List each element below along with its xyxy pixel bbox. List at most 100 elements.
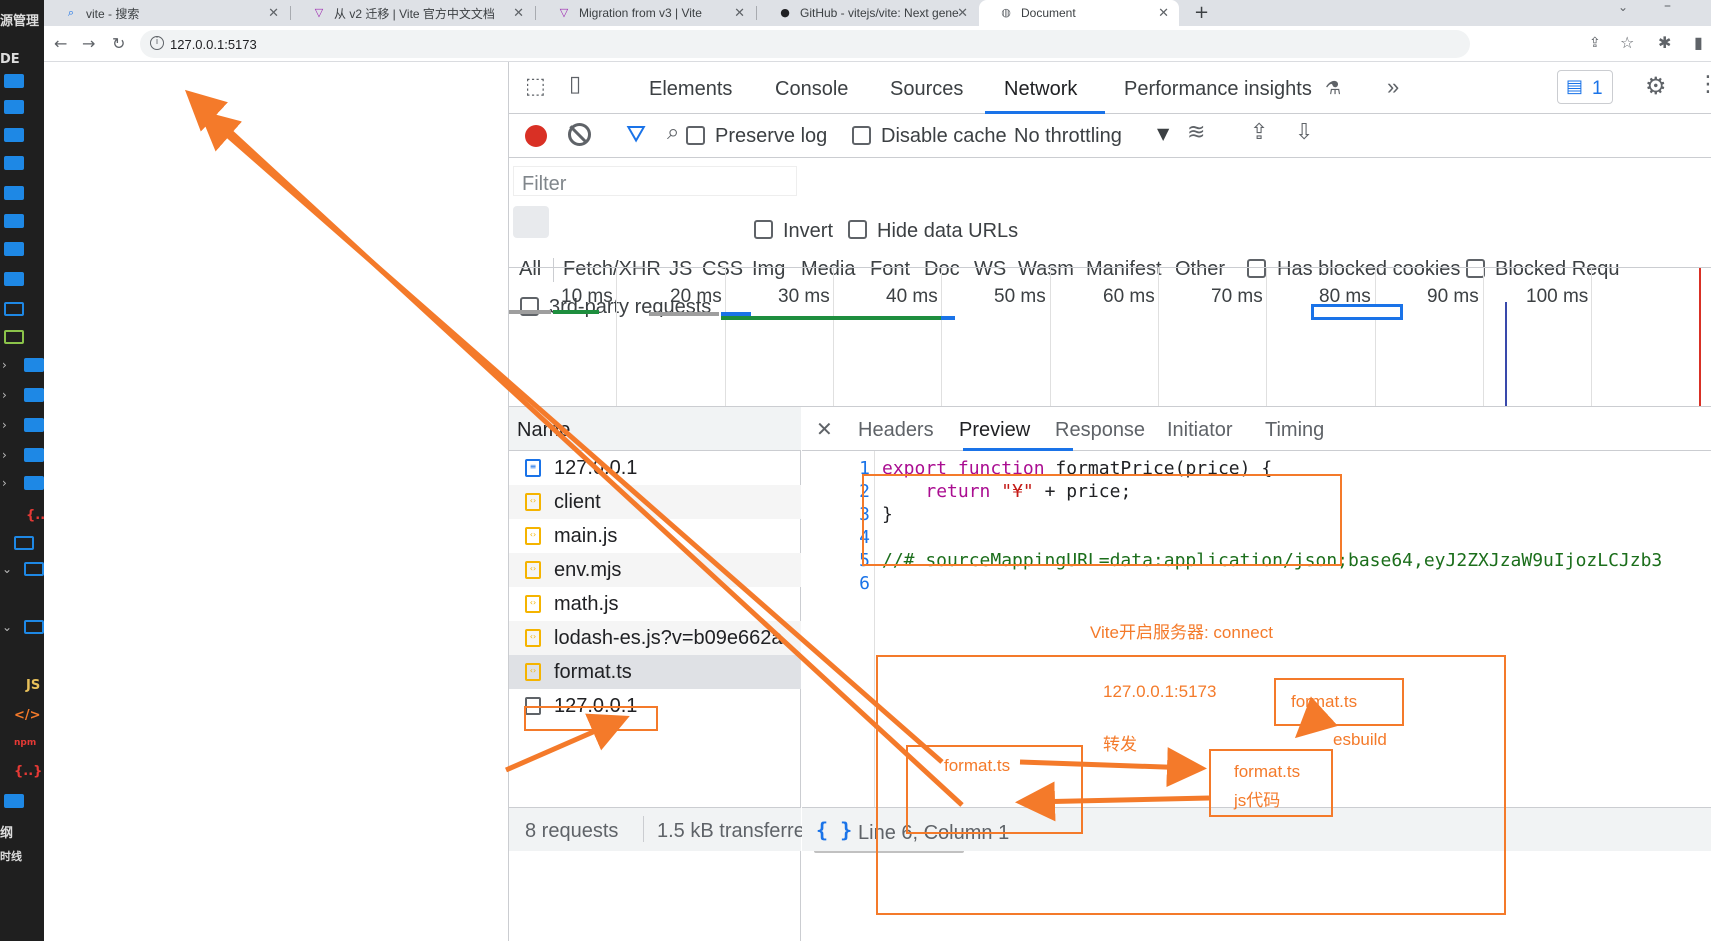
tab-performance-insights[interactable]: Performance insights xyxy=(1124,78,1312,101)
name-column-header[interactable]: Name xyxy=(509,407,801,451)
chevron-right-icon[interactable]: › xyxy=(2,358,7,372)
issues-button[interactable]: ▤ 1 xyxy=(1557,70,1613,104)
tab-network[interactable]: Network xyxy=(1004,78,1077,101)
folder-icon[interactable] xyxy=(4,128,24,142)
request-row[interactable]: ‹› main.js xyxy=(509,519,801,553)
filter-icon[interactable]: ⛛ xyxy=(626,120,646,148)
bookmark-star-icon[interactable]: ☆ xyxy=(1620,33,1634,52)
back-icon[interactable]: ← xyxy=(54,34,67,53)
tab-preview[interactable]: Preview xyxy=(959,419,1030,442)
html-file-icon[interactable]: </> xyxy=(14,708,41,723)
dropdown-arrow-icon[interactable]: ▼ xyxy=(1157,124,1169,143)
omnibox[interactable]: i 127.0.0.1:5173 xyxy=(140,30,1470,58)
outline-label[interactable]: 纲 xyxy=(0,822,13,841)
close-tab-icon[interactable]: ✕ xyxy=(734,6,745,21)
pretty-print-button[interactable]: { } xyxy=(816,818,852,842)
new-tab-button[interactable]: + xyxy=(1194,2,1209,23)
preserve-log-checkbox[interactable] xyxy=(686,126,705,145)
folder-open-icon[interactable] xyxy=(14,536,34,550)
extensions-icon[interactable]: ✱ xyxy=(1658,33,1671,52)
tab-vite-migration-v3[interactable]: ▽ Migration from v3 | Vite ✕ xyxy=(537,0,755,26)
chevron-right-icon[interactable]: › xyxy=(2,448,7,462)
close-tab-icon[interactable]: ✕ xyxy=(957,6,968,21)
filter-input[interactable]: Filter xyxy=(513,166,797,196)
tab-github-vite[interactable]: ● GitHub - vitejs/vite: Next gene ✕ xyxy=(758,0,978,26)
reload-icon[interactable]: ↻ xyxy=(112,34,125,53)
request-row[interactable]: ‹› client xyxy=(509,485,801,519)
import-har-icon[interactable]: ⇪ xyxy=(1250,120,1268,145)
request-row[interactable]: ‹› lodash-es.js?v=b09e662a xyxy=(509,621,801,655)
folder-icon[interactable] xyxy=(4,186,24,200)
folder-icon[interactable] xyxy=(4,74,24,88)
tab-elements[interactable]: Elements xyxy=(649,78,732,101)
more-tabs-button[interactable]: » xyxy=(1387,74,1399,100)
vscode-sidebar: 源管理 DE › › › › › {.. ⌄ ⌄ JS </> npm {..}… xyxy=(0,0,44,941)
tab-vite-migration-v2[interactable]: ▽ 从 v2 迁移 | Vite 官方中文文档 ✕ xyxy=(292,0,534,26)
folder-icon[interactable] xyxy=(24,418,44,432)
timeline-label[interactable]: 时线 xyxy=(0,848,22,864)
chevron-right-icon[interactable]: › xyxy=(2,418,7,432)
tab-response[interactable]: Response xyxy=(1055,419,1145,442)
kebab-menu-icon[interactable]: ⋮ xyxy=(1697,72,1711,97)
request-row[interactable]: ‹› math.js xyxy=(509,587,801,621)
share-icon[interactable]: ⇪ xyxy=(1589,35,1601,51)
settings-gear-icon[interactable]: ⚙ xyxy=(1645,72,1667,100)
chevron-down-icon[interactable]: ⌄ xyxy=(2,620,12,634)
request-row[interactable]: ≡ 127.0.0.1 xyxy=(509,451,801,485)
clear-icon[interactable] xyxy=(568,123,591,146)
close-tab-icon[interactable]: ✕ xyxy=(268,6,279,21)
close-tab-icon[interactable]: ✕ xyxy=(513,6,524,21)
search-icon[interactable]: ⌕ xyxy=(667,120,679,145)
timeline-tick: 50 ms xyxy=(994,286,1046,307)
folder-icon[interactable] xyxy=(24,388,44,402)
folder-icon[interactable] xyxy=(4,100,24,114)
export-har-icon[interactable]: ⇩ xyxy=(1295,120,1313,145)
code-preview[interactable]: 1 export function formatPrice(price) { 2… xyxy=(802,451,1711,853)
record-icon[interactable] xyxy=(525,125,547,147)
site-info-icon[interactable]: i xyxy=(150,36,164,50)
folder-icon[interactable] xyxy=(24,476,44,490)
tab-initiator[interactable]: Initiator xyxy=(1167,419,1233,442)
minimize-icon[interactable]: – xyxy=(1664,0,1671,14)
tab-console[interactable]: Console xyxy=(775,78,848,101)
side-panel-icon[interactable]: ▮ xyxy=(1694,33,1703,52)
folder-icon[interactable] xyxy=(24,358,44,372)
timeline-tick: 100 ms xyxy=(1526,286,1589,307)
network-conditions-icon[interactable]: ≋ xyxy=(1187,120,1205,145)
inspect-element-icon[interactable]: ⬚ xyxy=(525,74,546,99)
js-file-icon[interactable]: JS xyxy=(26,678,40,693)
folder-open-icon[interactable] xyxy=(24,620,44,634)
tab-sources[interactable]: Sources xyxy=(890,78,963,101)
chevron-down-icon[interactable]: ⌄ xyxy=(2,562,12,576)
disable-cache-checkbox[interactable] xyxy=(852,126,871,145)
folder-icon[interactable] xyxy=(4,156,24,170)
folder-icon[interactable] xyxy=(4,242,24,256)
request-row[interactable]: ‹› env.mjs xyxy=(509,553,801,587)
close-detail-icon[interactable]: ✕ xyxy=(816,417,833,441)
throttling-select[interactable]: No throttling xyxy=(1014,125,1122,148)
url-text[interactable]: 127.0.0.1:5173 xyxy=(170,37,257,52)
close-tab-icon[interactable]: ✕ xyxy=(1158,6,1169,21)
hide-data-urls-checkbox[interactable] xyxy=(848,220,867,239)
timeline-bar xyxy=(509,310,551,314)
js-folder-icon[interactable] xyxy=(4,330,24,344)
tab-vite-search[interactable]: ⌕ vite - 搜索 ✕ xyxy=(44,0,289,26)
request-row[interactable]: 127.0.0.1 xyxy=(509,689,801,723)
folder-icon[interactable] xyxy=(4,272,24,286)
folder-icon[interactable] xyxy=(24,448,44,462)
forward-icon[interactable]: → xyxy=(82,34,95,53)
chevron-right-icon[interactable]: › xyxy=(2,388,7,402)
request-row-selected[interactable]: ‹› format.ts xyxy=(509,655,801,689)
tab-headers[interactable]: Headers xyxy=(858,419,934,442)
tab-timing[interactable]: Timing xyxy=(1265,419,1324,442)
folder-open-icon[interactable] xyxy=(24,562,44,576)
network-overview-timeline[interactable]: 10 ms 20 ms 30 ms 40 ms 50 ms 60 ms 70 m… xyxy=(509,267,1711,407)
tab-document[interactable]: ◍ Document ✕ xyxy=(979,0,1179,26)
chevron-right-icon[interactable]: › xyxy=(2,476,7,490)
folder-icon[interactable] xyxy=(4,794,24,808)
folder-icon[interactable] xyxy=(4,214,24,228)
device-toolbar-icon[interactable]: ▯ xyxy=(569,72,581,97)
tab-search-icon[interactable]: ⌄ xyxy=(1618,0,1628,14)
invert-checkbox[interactable] xyxy=(754,220,773,239)
folder-open-icon[interactable] xyxy=(4,302,24,316)
